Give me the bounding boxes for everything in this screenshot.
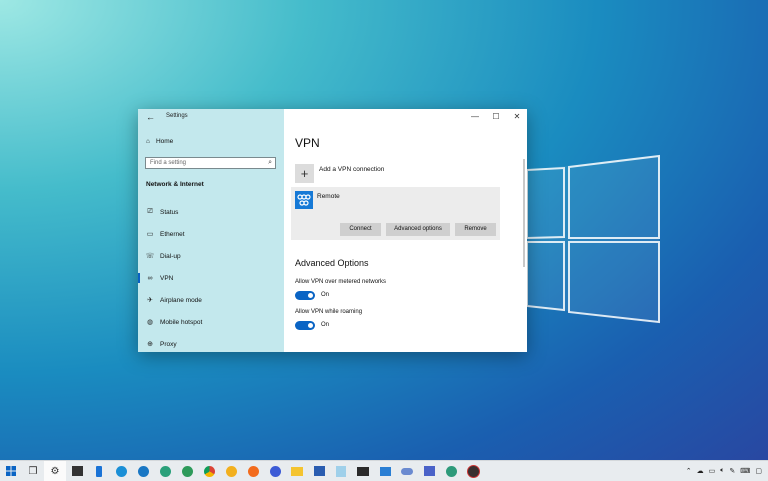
photos-icon[interactable] bbox=[374, 461, 396, 481]
edge-dev-icon[interactable] bbox=[154, 461, 176, 481]
connect-button[interactable]: Connect bbox=[340, 223, 381, 236]
add-vpn-label: Add a VPN connection bbox=[319, 166, 385, 173]
vpn-connection-name: Remote bbox=[317, 193, 340, 200]
dialup-icon: ☏ bbox=[145, 253, 155, 260]
chrome-icon[interactable] bbox=[198, 461, 220, 481]
home-link[interactable]: ⌂ Home bbox=[146, 138, 173, 145]
chevron-up-icon[interactable]: ⌃ bbox=[686, 467, 692, 475]
vpn-icon: ∞ bbox=[147, 274, 153, 282]
sidebar-item-mobile-hotspot[interactable]: ◍ Mobile hotspot bbox=[138, 314, 284, 330]
vpn-connection-icon bbox=[295, 191, 313, 209]
status-icon: ⎚ bbox=[147, 208, 153, 215]
firefox-icon[interactable] bbox=[242, 461, 264, 481]
sidebar-item-label: VPN bbox=[160, 274, 174, 282]
system-tray: ⌃ ☁ ▭ 🔈︎ ✎ ⌨ ▢ bbox=[686, 461, 762, 481]
taskbar: ❒ ⚙ ⌃ ☁ ▭ 🔈︎ ✎ ⌨ ▢ bbox=[0, 460, 768, 481]
chrome-canary-icon[interactable] bbox=[220, 461, 242, 481]
sidebar-item-ethernet[interactable]: ▭ Ethernet bbox=[138, 226, 284, 242]
keyboard-icon[interactable]: ⌨ bbox=[740, 467, 750, 475]
window-title: Settings bbox=[166, 113, 188, 119]
ethernet-icon: ▭ bbox=[146, 231, 154, 238]
page-title: VPN bbox=[295, 136, 320, 150]
sidebar-item-label: Airplane mode bbox=[160, 296, 202, 304]
settings-icon[interactable]: ⚙ bbox=[44, 461, 66, 481]
sidebar-item-label: Proxy bbox=[160, 340, 177, 348]
sidebar-item-label: Mobile hotspot bbox=[160, 318, 203, 326]
sidebar-item-vpn[interactable]: ∞ VPN bbox=[138, 270, 284, 286]
onedrive-tray-icon[interactable]: ☁ bbox=[697, 467, 704, 475]
terminal-icon[interactable] bbox=[352, 461, 374, 481]
sidebar-item-airplane-mode[interactable]: ✈ Airplane mode bbox=[138, 292, 284, 308]
sidebar-item-proxy[interactable]: ⊕ Proxy bbox=[138, 336, 284, 352]
roaming-toggle[interactable] bbox=[295, 321, 315, 330]
metered-option-label: Allow VPN over metered networks bbox=[295, 279, 387, 285]
pen-icon[interactable]: ✎ bbox=[729, 467, 735, 475]
plus-icon: + bbox=[295, 164, 314, 183]
roaming-option-label: Allow VPN while roaming bbox=[295, 309, 363, 315]
metered-toggle-state: On bbox=[321, 292, 330, 298]
roaming-toggle-state: On bbox=[321, 322, 330, 328]
remove-button[interactable]: Remove bbox=[455, 223, 496, 236]
home-label: Home bbox=[155, 138, 174, 145]
onedrive-icon[interactable] bbox=[396, 461, 418, 481]
sidebar-section-title: Network & Internet bbox=[146, 181, 204, 188]
search-placeholder: Find a setting bbox=[150, 160, 187, 166]
settings-window: ← Settings — ☐ ✕ ⌂ Home Find a setting ⌕… bbox=[138, 109, 527, 352]
network-icon[interactable]: ▭ bbox=[709, 467, 716, 475]
obs-icon[interactable] bbox=[462, 461, 484, 481]
airplane-icon: ✈ bbox=[147, 297, 153, 304]
edge-canary-icon[interactable] bbox=[176, 461, 198, 481]
search-icon: ⌕ bbox=[268, 159, 272, 166]
globe-icon: ⊕ bbox=[147, 341, 153, 348]
add-vpn-connection-button[interactable]: + Add a VPN connection bbox=[295, 164, 384, 183]
back-arrow-icon[interactable]: ← bbox=[146, 112, 155, 122]
search-input[interactable]: Find a setting ⌕ bbox=[145, 157, 276, 169]
edge-insider-icon[interactable] bbox=[440, 461, 462, 481]
hotspot-icon: ◍ bbox=[146, 319, 154, 326]
metered-toggle[interactable] bbox=[295, 291, 315, 300]
phone-icon[interactable] bbox=[88, 461, 110, 481]
advanced-options-heading: Advanced Options bbox=[295, 258, 369, 268]
sidebar-item-label: Status bbox=[160, 208, 179, 216]
notepad-icon[interactable] bbox=[330, 461, 352, 481]
task-view-icon[interactable]: ❒ bbox=[22, 461, 44, 481]
sidebar-item-status[interactable]: ⎚ Status bbox=[138, 204, 284, 220]
firefox-nightly-icon[interactable] bbox=[264, 461, 286, 481]
sidebar-item-label: Dial-up bbox=[160, 252, 181, 260]
advanced-options-button[interactable]: Advanced options bbox=[386, 223, 450, 236]
notification-icon[interactable]: ▢ bbox=[755, 467, 762, 475]
volume-icon[interactable]: 🔈︎ bbox=[720, 467, 724, 475]
edge-icon[interactable] bbox=[110, 461, 132, 481]
paint-icon[interactable] bbox=[418, 461, 440, 481]
powershell-icon[interactable] bbox=[308, 461, 330, 481]
sidebar-item-label: Ethernet bbox=[160, 230, 185, 238]
home-icon: ⌂ bbox=[146, 138, 150, 145]
sidebar-item-dialup[interactable]: ☏ Dial-up bbox=[138, 248, 284, 264]
scrollbar[interactable] bbox=[523, 159, 525, 267]
main-content: VPN + Add a VPN connection Remote Connec… bbox=[284, 109, 527, 352]
start-icon[interactable] bbox=[0, 461, 22, 481]
store-icon[interactable] bbox=[66, 461, 88, 481]
file-explorer-icon[interactable] bbox=[286, 461, 308, 481]
edge-beta-icon[interactable] bbox=[132, 461, 154, 481]
vpn-connection-item[interactable]: Remote Connect Advanced options Remove bbox=[291, 187, 500, 240]
